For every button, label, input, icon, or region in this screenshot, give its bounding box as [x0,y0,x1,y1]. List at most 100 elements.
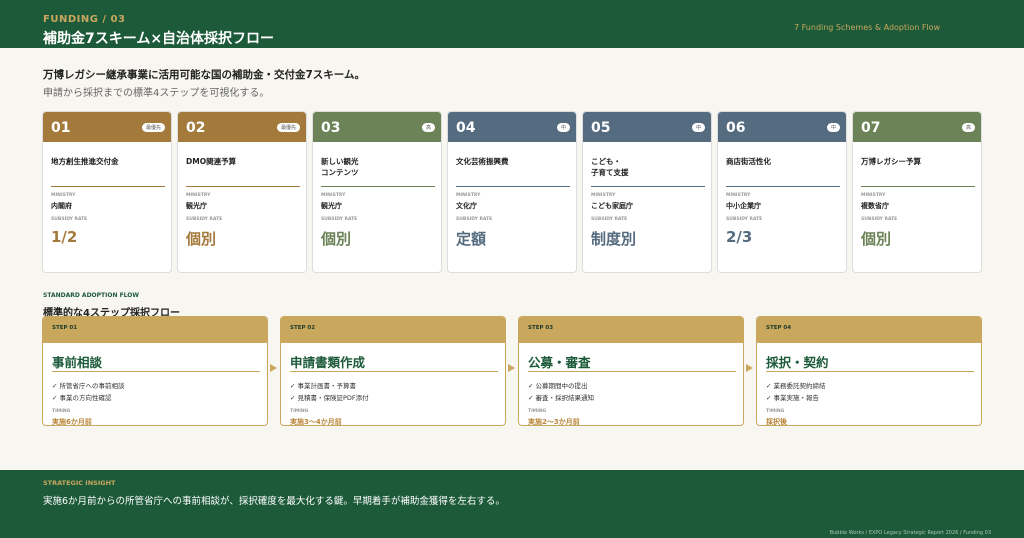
timing-label: TIMING [290,409,309,414]
insight-footer: STRATEGIC INSIGHT 実施6か月前からの所管省庁への事前相談が、採… [0,470,1024,538]
scheme-name-line: コンテンツ [321,168,359,177]
step-item: ✓ 業務委託契約締結 [766,382,826,390]
step-title: 事前相談 [52,355,103,370]
scheme-name: 文化芸術振興費 [456,156,571,167]
step-title: 公募・審査 [528,355,591,370]
scheme-name: 万博レガシー予算 [861,156,976,167]
scheme-card: 03 高新しい観光コンテンツ MINISTRY 観光庁 SUBSIDY RATE 個別 [312,111,442,273]
subsidy-rate-label: SUBSIDY RATE [591,217,628,222]
ministry-label: MINISTRY [861,193,886,198]
step-title: 採択・契約 [766,355,829,370]
flow-eyebrow: STANDARD ADOPTION FLOW [43,292,140,299]
subsidy-rate-label: SUBSIDY RATE [861,217,898,222]
intro-line-1: 万博レガシー継承事業に活用可能な国の補助金・交付金7スキーム。 [43,69,365,81]
arrow-right-icon [746,364,753,372]
scheme-number: 05 [591,120,611,136]
step-item: ✓ 見積書・保険証PDF添付 [290,394,369,402]
subsidy-rate-label: SUBSIDY RATE [321,217,358,222]
step-label: STEP 03 [528,325,554,331]
header-bar: FUNDING / 03 補助金7スキーム×自治体採択フロー 7 Funding… [0,0,1024,48]
scheme-cards: 01 最優先 地方創生推進交付金 MINISTRY 内閣府 SUBSIDY RATE 1/2… [42,111,982,273]
scheme-card: 07 高万博レガシー予算 MINISTRY 複数省庁 SUBSIDY RATE 個別 [852,111,982,273]
step-item: ✓ 事業の方向性確認 [52,394,112,402]
step-label: STEP 04 [766,325,792,331]
priority-badge: 中 [691,123,705,132]
step-header: STEP 01 [43,317,267,343]
scheme-name-line: 新しい観光 [321,157,359,166]
ministry-value: こども家庭庁 [591,202,633,210]
scheme-card: 05 中こども・ 子育て支援 MINISTRY こども家庭庁 SUBSIDY RATE 制度… [582,111,712,273]
step-item: ✓ 審査・採択結果通知 [528,394,595,402]
ministry-label: MINISTRY [591,193,616,198]
scheme-name-line: 万博レガシー予算 [861,157,921,166]
priority-badge: 高 [961,123,975,132]
scheme-number: 07 [861,120,881,136]
divider [321,186,435,187]
scheme-card-header: 01 最優先 [43,112,171,142]
step-header: STEP 04 [757,317,981,343]
step-item: ✓ 事業計画書・予算書 [290,382,357,390]
ministry-value: 複数省庁 [861,202,889,210]
scheme-name-line: 文化芸術振興費 [456,157,509,166]
ministry-value: 中小企業庁 [726,202,761,210]
scheme-number: 06 [726,120,746,136]
scheme-number: 02 [186,120,206,136]
scheme-card-header: 02 最優先 [178,112,306,142]
scheme-card-header: 06 中 [718,112,846,142]
scheme-name: 地方創生推進交付金 [51,156,166,167]
divider [861,186,975,187]
subsidy-rate-value: 個別 [321,230,352,248]
flow-steps: STEP 01 事前相談 ✓ 所管省庁への事前相談 ✓ 事業の方向性確認 TIMING 実… [42,316,982,426]
scheme-name: DMO関連予算 [186,156,301,167]
flow-step: STEP 03 公募・審査 ✓ 公募期間中の提出 ✓ 審査・採択結果通知 TIMING 実… [518,316,744,426]
page-title: 補助金7スキーム×自治体採択フロー [43,31,275,47]
step-item: ✓ 公募期間中の提出 [528,382,588,390]
timing-label: TIMING [766,409,785,414]
scheme-card-header: 03 高 [313,112,441,142]
scheme-name-line: DMO関連予算 [186,157,237,166]
subsidy-rate-value: 2/3 [726,228,753,246]
priority-badge: 中 [826,123,840,132]
scheme-card-header: 07 高 [853,112,981,142]
priority-badge: 中 [556,123,570,132]
flow-step: STEP 04 採択・契約 ✓ 業務委託契約締結 ✓ 事業実施・報告 TIMING 採択後 [756,316,982,426]
divider [456,186,570,187]
scheme-card-header: 05 中 [583,112,711,142]
divider [290,371,498,372]
timing-label: TIMING [52,409,71,414]
insight-label: STRATEGIC INSIGHT [43,479,116,487]
subsidy-rate-label: SUBSIDY RATE [51,217,88,222]
scheme-card: 02 最優先 DMO関連予算 MINISTRY 観光庁 SUBSIDY RATE 個別 [177,111,307,273]
subsidy-rate-value: 1/2 [51,228,78,246]
scheme-name: 商店街活性化 [726,156,841,167]
scheme-name-line: 地方創生推進交付金 [51,157,119,166]
scheme-card: 06 中商店街活性化 MINISTRY 中小企業庁 SUBSIDY RATE 2/3 [717,111,847,273]
subsidy-rate-value: 個別 [861,230,892,248]
scheme-number: 03 [321,120,341,136]
subsidy-rate-label: SUBSIDY RATE [456,217,493,222]
priority-badge: 最優先 [141,123,165,132]
priority-badge: 最優先 [276,123,300,132]
timing-value: 実施3〜4か月前 [290,418,342,426]
scheme-name-line: 商店街活性化 [726,157,771,166]
intro-line-2: 申請から採択までの標準4ステップを可視化する。 [43,88,270,99]
subsidy-rate-value: 制度別 [591,230,637,248]
ministry-label: MINISTRY [321,193,346,198]
scheme-card: 04 中文化芸術振興費 MINISTRY 文化庁 SUBSIDY RATE 定額 [447,111,577,273]
step-label: STEP 01 [52,325,78,331]
subsidy-rate-label: SUBSIDY RATE [726,217,763,222]
divider [186,186,300,187]
ministry-label: MINISTRY [456,193,481,198]
ministry-value: 観光庁 [321,202,342,210]
divider [528,371,736,372]
arrow-right-icon [508,364,515,372]
scheme-name-line: こども・ [591,157,621,166]
arrow-right-icon [270,364,277,372]
divider [766,371,974,372]
step-label: STEP 02 [290,325,316,331]
priority-badge: 高 [421,123,435,132]
step-item: ✓ 事業実施・報告 [766,394,820,402]
timing-value: 実施6か月前 [52,418,92,426]
english-title: 7 Funding Schemes & Adoption Flow [794,23,941,32]
flow-step: STEP 02 申請書類作成 ✓ 事業計画書・予算書 ✓ 見積書・保険証PDF添付 TI… [280,316,506,426]
